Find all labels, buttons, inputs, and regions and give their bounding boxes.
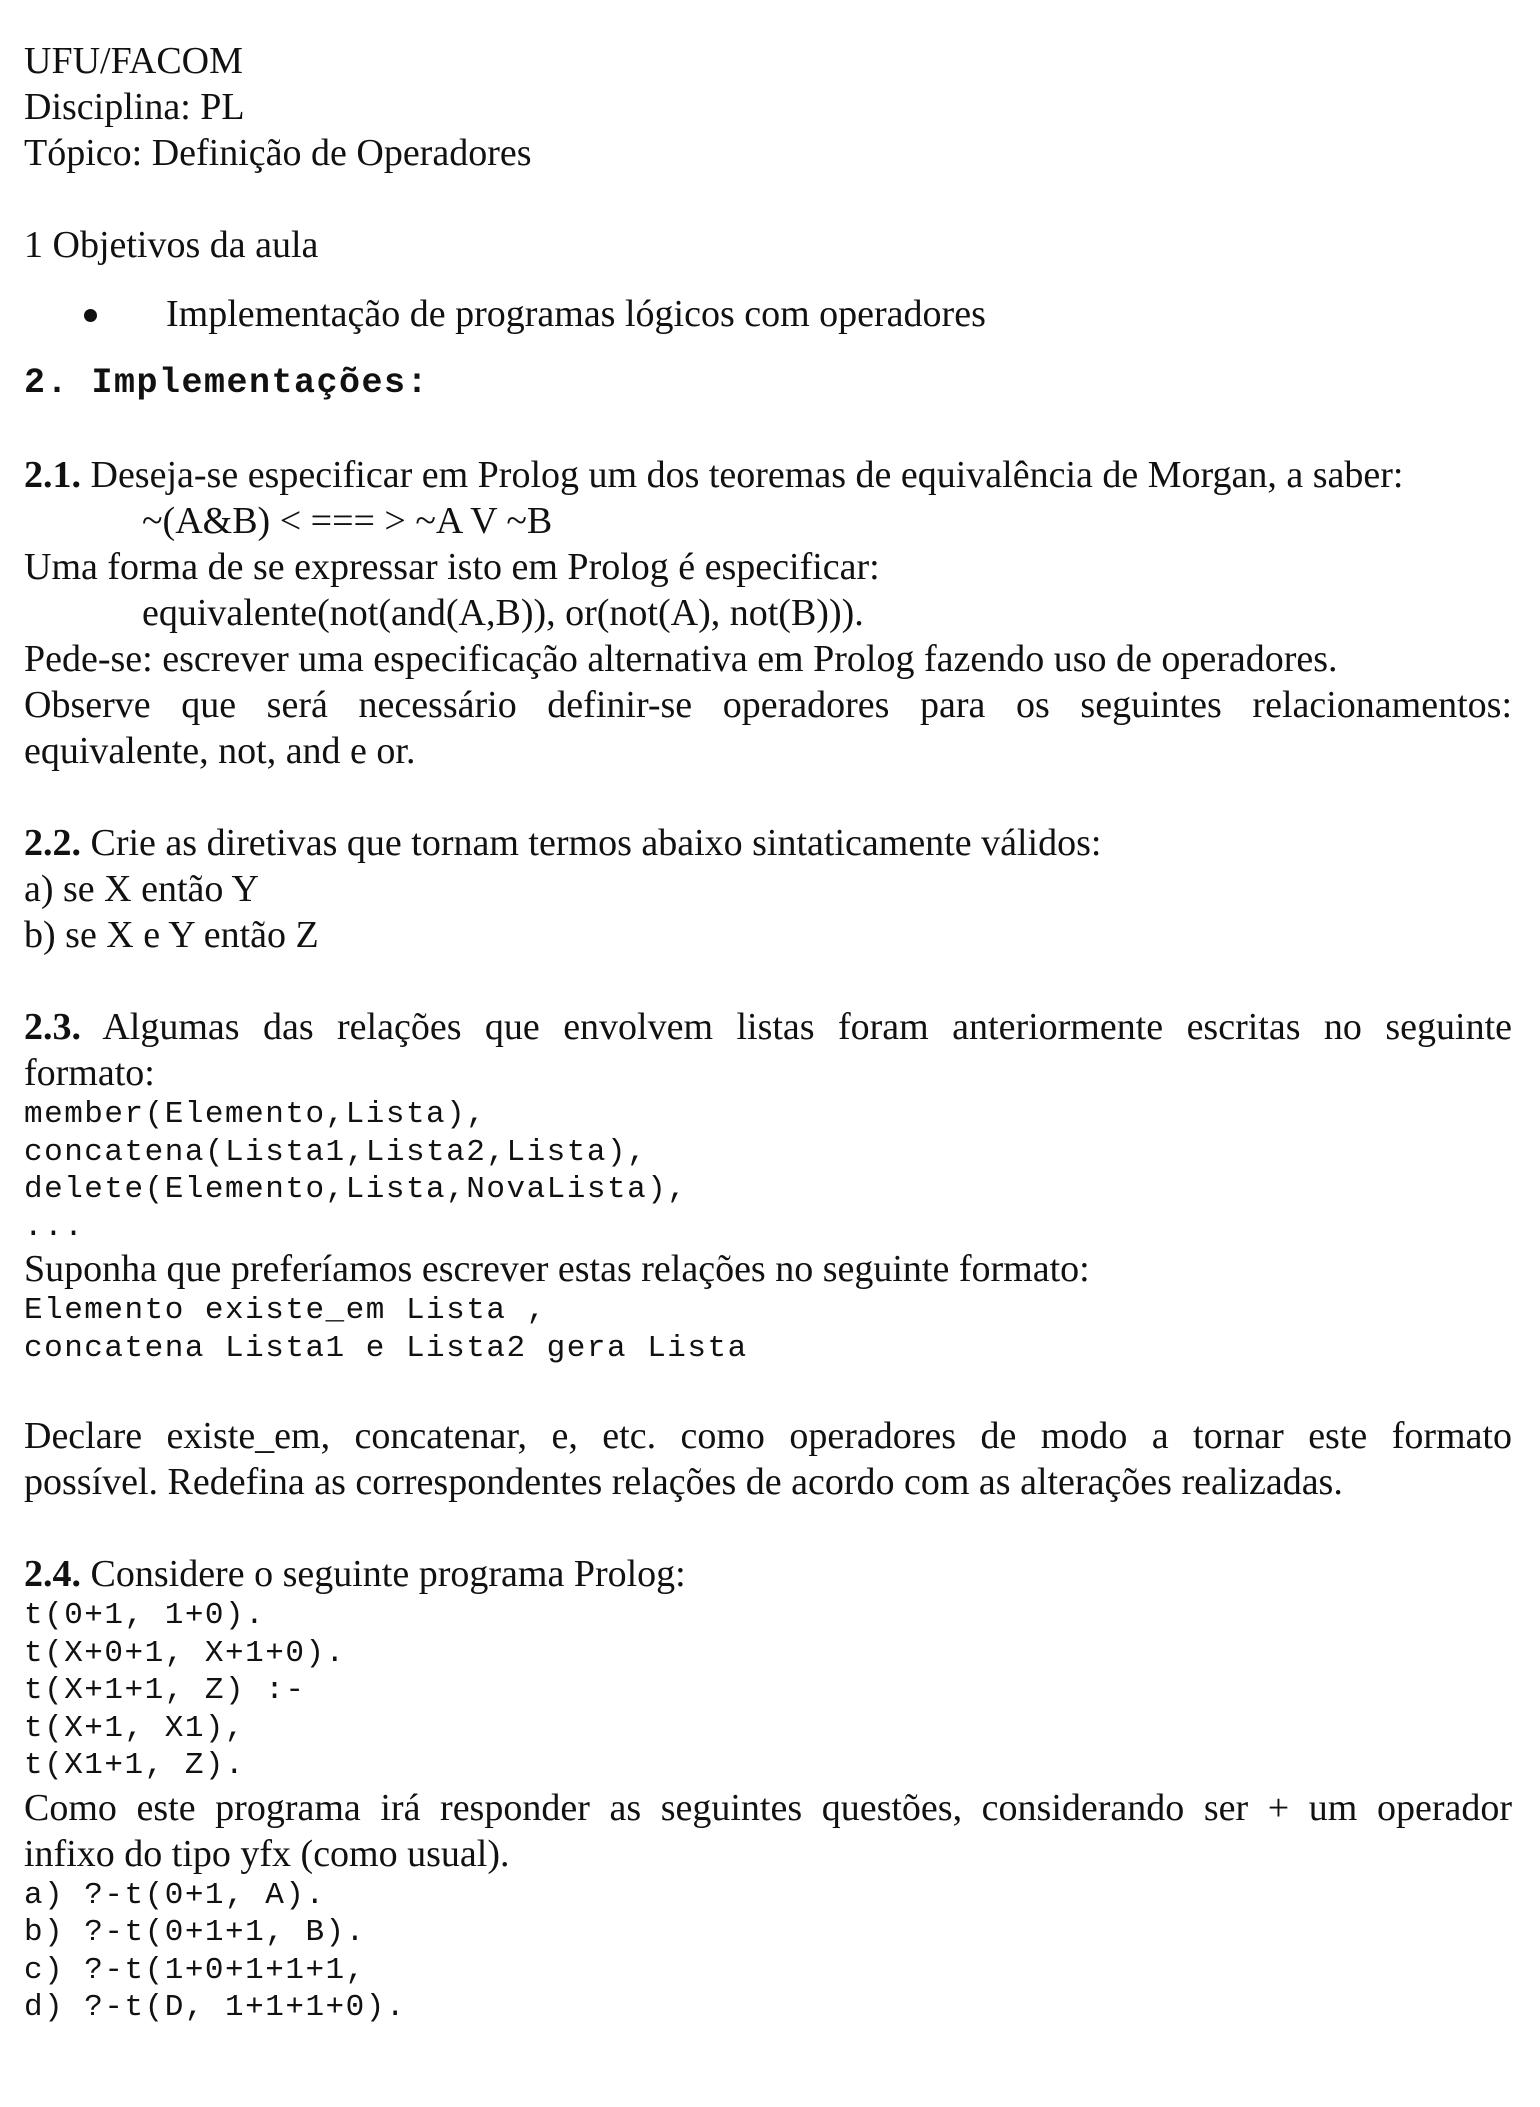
bullet-item: Implementação de programas lógicos com o… bbox=[24, 291, 1512, 337]
q1-number: 2.1. bbox=[24, 454, 81, 496]
code-line: t(X1+1, Z). bbox=[24, 1748, 246, 1783]
header-institution: UFU/FACOM bbox=[24, 40, 243, 82]
q4-number: 2.4. bbox=[24, 1553, 81, 1595]
q1-line2: Uma forma de se expressar isto em Prolog… bbox=[24, 546, 880, 588]
q3-intro-b: formato: bbox=[24, 1052, 155, 1094]
q3-declare-a: Declare existe_em, concatenar, e, etc. c… bbox=[24, 1415, 1512, 1457]
code-line: member(Elemento,Lista), bbox=[24, 1097, 487, 1132]
section1-title: 1 Objetivos da aula bbox=[24, 224, 319, 266]
code-line: Elemento existe_em Lista , bbox=[24, 1293, 547, 1328]
q2-item-b: b) se X e Y então Z bbox=[24, 914, 319, 956]
q2-intro-line: 2.2. Crie as diretivas que tornam termos… bbox=[24, 820, 1512, 866]
q3-suppose: Suponha que preferíamos escrever estas r… bbox=[24, 1248, 1090, 1290]
q2-number: 2.2. bbox=[24, 822, 81, 864]
q2-item-a: a) se X então Y bbox=[24, 868, 259, 910]
query-line: a) ?-t(0+1, A). bbox=[24, 1877, 326, 1913]
q3-declare-b: possível. Redefina as correspondentes re… bbox=[24, 1461, 1343, 1503]
code-line: t(X+1+1, Z) :- bbox=[24, 1673, 306, 1708]
q3-intro-line: 2.3. Algumas das relações que envolvem l… bbox=[24, 1004, 1512, 1050]
code-line: delete(Elemento,Lista,NovaLista), bbox=[24, 1172, 688, 1207]
code-line: ... bbox=[24, 1209, 85, 1245]
q1-intro-line: 2.1. Deseja-se especificar em Prolog um … bbox=[24, 452, 1512, 498]
document-body: UFU/FACOM Disciplina: PL Tópico: Definiç… bbox=[24, 38, 1512, 2027]
document-page: UFU/FACOM Disciplina: PL Tópico: Definiç… bbox=[0, 0, 1540, 2107]
query-line: c) ?-t(1+0+1+1+1, bbox=[24, 1952, 366, 1988]
q4-ask-a: Como este programa irá responder as segu… bbox=[24, 1786, 1512, 1829]
q1-line4b: equivalente, not, and e or. bbox=[24, 730, 416, 772]
q1-intro: Deseja-se especificar em Prolog um dos t… bbox=[81, 454, 1404, 496]
q3-number: 2.3. bbox=[24, 1006, 81, 1048]
section2-title: 2. Implementações: bbox=[24, 363, 430, 403]
q1-prolog: equivalente(not(and(A,B)), or(not(A), no… bbox=[142, 592, 864, 634]
header-course: Disciplina: PL bbox=[24, 86, 245, 128]
q1-formula: ~(A&B) < === > ~A V ~B bbox=[142, 500, 553, 542]
query-line: b) ?-t(0+1+1, B). bbox=[24, 1915, 366, 1950]
q4-ask-b: infixo do tipo yfx (como usual). bbox=[24, 1832, 510, 1875]
code-line: concatena Lista1 e Lista2 gera Lista bbox=[24, 1330, 748, 1366]
code-line: t(X+0+1, X+1+0). bbox=[24, 1635, 346, 1671]
code-line: concatena(Lista1,Lista2,Lista), bbox=[24, 1134, 648, 1170]
bullet-text: Implementação de programas lógicos com o… bbox=[166, 293, 986, 335]
code-line: t(X+1, X1), bbox=[24, 1710, 246, 1746]
q2-intro: Crie as diretivas que tornam termos abai… bbox=[81, 822, 1102, 864]
q3-intro-a: Algumas das relações que envolvem listas… bbox=[81, 1006, 1512, 1048]
q1-line4a: Observe que será necessário definir-se o… bbox=[24, 684, 1512, 726]
q4-intro-line: 2.4. Considere o seguinte programa Prolo… bbox=[24, 1551, 1512, 1597]
query-line: d) ?-t(D, 1+1+1+0). bbox=[24, 1990, 406, 2025]
header-topic: Tópico: Definição de Operadores bbox=[24, 132, 532, 174]
code-line: t(0+1, 1+0). bbox=[24, 1598, 266, 1633]
bullet-dot-icon bbox=[84, 309, 97, 322]
q4-intro: Considere o seguinte programa Prolog: bbox=[81, 1553, 686, 1595]
q1-line3: Pede-se: escrever uma especificação alte… bbox=[24, 638, 1338, 680]
